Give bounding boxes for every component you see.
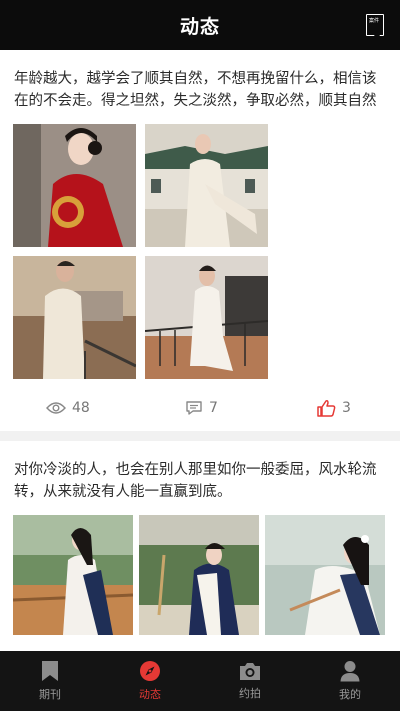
- photo-thumbnail[interactable]: [13, 515, 133, 635]
- photo-thumbnail[interactable]: [139, 515, 259, 635]
- tab-moments[interactable]: 动态: [100, 651, 200, 711]
- post-text: 年龄越大，越学会了顺其自然，不想再挽留什么，相信该在的不会走。得之坦然，失之淡然…: [14, 71, 377, 109]
- top-bar: 动态 案件: [0, 0, 400, 50]
- photo-thumbnail[interactable]: [145, 256, 268, 379]
- thumbs-up-icon: [317, 400, 336, 417]
- camera-icon: [240, 663, 260, 680]
- post-card[interactable]: 年龄越大，越学会了顺其自然，不想再挽留什么，相信该在的不会走。得之坦然，失之淡然…: [0, 68, 400, 441]
- bottom-tab-bar: 期刊 动态 约拍 我的: [0, 651, 400, 711]
- photo-thumbnail[interactable]: [265, 515, 385, 635]
- tab-photoshoot[interactable]: 约拍: [200, 651, 300, 711]
- eye-icon: [46, 402, 66, 414]
- tab-label: 我的: [339, 688, 361, 701]
- post-card[interactable]: 对你冷淡的人，也会在别人那里如你一般委屈，风水轮流转，从来就没有人能一直赢到底。: [0, 459, 400, 635]
- post-stats: 48 7 3: [0, 393, 400, 423]
- tab-journal[interactable]: 期刊: [0, 651, 100, 711]
- bookmark-icon: [42, 661, 58, 681]
- compass-icon: [140, 661, 160, 681]
- tab-label: 动态: [139, 688, 161, 701]
- page-title: 动态: [179, 15, 220, 38]
- views-stat: 48: [46, 400, 90, 416]
- person-icon: [340, 661, 360, 682]
- feed[interactable]: 年龄越大，越学会了顺其自然，不想再挽留什么，相信该在的不会走。得之坦然，失之淡然…: [0, 50, 400, 650]
- tab-profile[interactable]: 我的: [300, 651, 400, 711]
- comment-icon: [186, 401, 202, 415]
- likes-stat[interactable]: 3: [317, 399, 351, 417]
- post-divider: [0, 431, 400, 441]
- comments-stat[interactable]: 7: [185, 400, 218, 416]
- tab-label: 约拍: [239, 687, 261, 700]
- views-count: 48: [72, 400, 90, 416]
- likes-count: 3: [342, 400, 351, 416]
- photo-thumbnail[interactable]: [13, 124, 136, 247]
- photo-grid: [13, 124, 400, 379]
- photo-grid: [13, 515, 400, 635]
- post-text: 对你冷淡的人，也会在别人那里如你一般委屈，风水轮流转，从来就没有人能一直赢到底。: [14, 462, 377, 500]
- comments-count: 7: [209, 400, 218, 416]
- bookmark-book-icon[interactable]: 案件: [366, 14, 384, 36]
- tab-label: 期刊: [39, 688, 61, 701]
- book-icon-text: 案件: [369, 18, 380, 24]
- photo-thumbnail[interactable]: [145, 124, 268, 247]
- photo-thumbnail[interactable]: [13, 256, 136, 379]
